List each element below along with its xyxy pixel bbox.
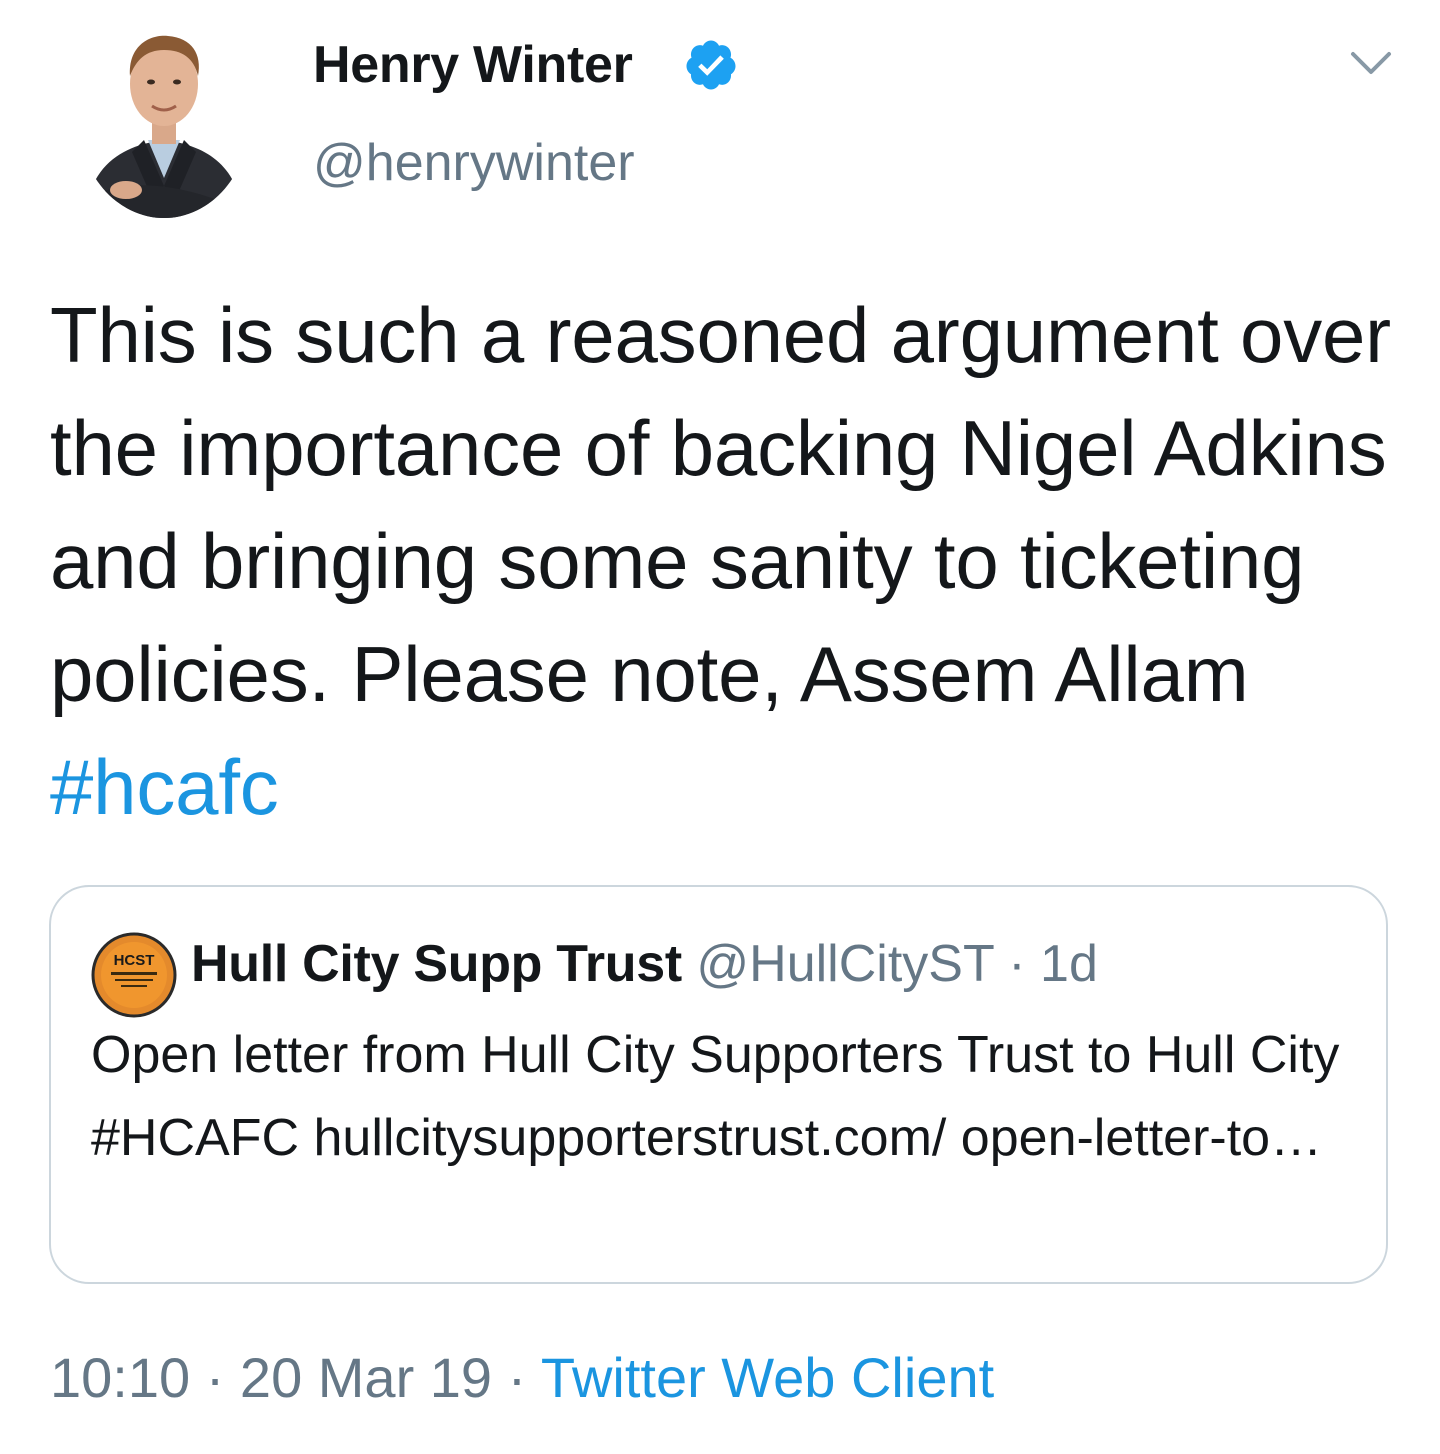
- author-avatar[interactable]: [78, 18, 250, 218]
- tweet-footer: 10:10 · 20 Mar 19 · Twitter Web Client: [50, 1340, 994, 1415]
- hcst-logo-icon: HCST: [91, 932, 177, 1018]
- hcst-logo-text: HCST: [114, 952, 155, 969]
- quoted-tweet-card[interactable]: HCST Hull City Supp Trust @HullCityST · …: [49, 885, 1388, 1284]
- quoted-separator: ·: [1008, 935, 1026, 993]
- verified-badge-icon: [686, 40, 736, 90]
- tweet-source-link[interactable]: Twitter Web Client: [541, 1346, 994, 1409]
- author-display-name[interactable]: Henry Winter: [313, 30, 633, 100]
- tweet-body: This is such a reasoned argument over th…: [50, 291, 1391, 718]
- tweet-text: This is such a reasoned argument over th…: [50, 279, 1400, 844]
- tweet-date[interactable]: 20 Mar 19: [240, 1346, 492, 1409]
- quoted-time[interactable]: 1d: [1040, 935, 1098, 993]
- quoted-tweet-text: Open letter from Hull City Supporters Tr…: [91, 1026, 1340, 1167]
- footer-separator: ·: [507, 1346, 527, 1409]
- quoted-handle[interactable]: @HullCityST: [696, 935, 993, 993]
- chevron-down-icon[interactable]: [1349, 48, 1393, 78]
- footer-separator: ·: [205, 1346, 225, 1409]
- quoted-tweet-header: Hull City Supp Trust @HullCityST · 1d: [191, 929, 1098, 999]
- quoted-display-name[interactable]: Hull City Supp Trust: [191, 935, 682, 993]
- hashtag-link[interactable]: #hcafc: [50, 743, 279, 831]
- person-photo-avatar: [78, 18, 250, 218]
- author-handle[interactable]: @henrywinter: [313, 128, 635, 198]
- tweet-time[interactable]: 10:10: [50, 1346, 190, 1409]
